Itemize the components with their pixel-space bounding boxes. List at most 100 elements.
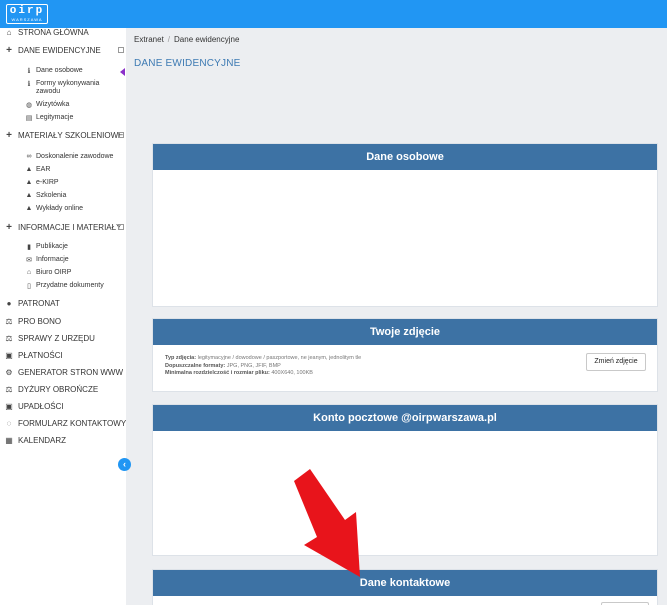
photo-formats-value: JPG, PNG, JFIF, BMP xyxy=(226,362,281,369)
mail-account-panel: Konto pocztowe @oirpwarszawa.pl xyxy=(152,404,658,556)
breadcrumb: Extranet / Dane ewidencyjne xyxy=(134,35,239,44)
active-marker xyxy=(120,68,125,76)
sidebar-subitem-formy[interactable]: ℹ Formy wykonywania zawodu xyxy=(25,80,116,96)
info-icon: ℹ xyxy=(27,81,31,88)
sidebar-item-label: PRO BONO xyxy=(18,317,62,326)
sidebar-subitem-biuro[interactable]: ⌂ Biuro OIRP xyxy=(25,269,72,276)
plus-icon: + xyxy=(6,130,12,141)
sidebar-item-sprawy[interactable]: ⚖ SPRAWY Z URZĘDU xyxy=(4,334,95,343)
sidebar-subitem-szkolenia[interactable]: ▲ Szkolenia xyxy=(25,192,67,199)
photo-requirements: Typ zdjęcia: legitymacyjne / dowodowe / … xyxy=(165,355,525,378)
sidebar-item-generator[interactable]: ⚙ GENERATOR STRON WWW xyxy=(4,368,123,377)
sidebar-item-dane-ewidencyjne[interactable]: + DANE EWIDENCYJNE xyxy=(4,45,101,56)
sidebar-subitem-label: Legitymacje xyxy=(36,114,74,121)
sidebar-item-label: SPRAWY Z URZĘDU xyxy=(18,334,95,343)
sidebar-item-label: UPADŁOŚCI xyxy=(18,402,64,411)
breadcrumb-separator: / xyxy=(167,35,171,44)
document-icon: ▯ xyxy=(27,283,31,290)
collapse-toggle[interactable] xyxy=(118,47,124,53)
sidebar-subitem-label: Wykłady online xyxy=(36,205,84,212)
sidebar-subitem-label: e-KIRP xyxy=(36,179,59,186)
plus-icon: + xyxy=(6,222,12,233)
sidebar-subitem-dokumenty[interactable]: ▯ Przydatne dokumenty xyxy=(25,282,104,290)
chevron-left-icon: ‹ xyxy=(123,459,126,469)
logo-subtext: WARSZAWA xyxy=(11,17,43,22)
book-icon: ▮ xyxy=(27,244,31,251)
sidebar-item-label: DANE EWIDENCYJNE xyxy=(18,46,101,55)
sidebar-subitem-doskonalenie[interactable]: ∞ Doskonalenie zawodowe xyxy=(25,153,114,160)
sidebar-item-kalendarz[interactable]: ▦ KALENDARZ xyxy=(4,436,66,445)
change-photo-button[interactable]: Zmień zdjęcie xyxy=(586,353,646,371)
sidebar-subitem-label: Szkolenia xyxy=(36,192,67,199)
gears-icon: ⚙ xyxy=(5,368,13,377)
sidebar-subitem-label: Doskonalenie zawodowe xyxy=(36,153,114,160)
envelope-icon: ✉ xyxy=(26,257,32,264)
sidebar-subitem-ear[interactable]: ▲ EAR xyxy=(25,166,51,173)
money-icon: ▣ xyxy=(5,402,13,411)
page-title: DANE EWIDENCYJNE xyxy=(134,58,241,69)
sidebar-item-home[interactable]: ⌂ STRONA GŁÓWNA xyxy=(4,28,89,37)
sidebar-subitem-publikacje[interactable]: ▮ Publikacje xyxy=(25,243,68,251)
scales-icon: ⚖ xyxy=(5,385,13,394)
photo-type-value: legitymacyjne / dowodowe / paszportowe, … xyxy=(197,355,362,361)
sidebar-item-patronat[interactable]: ● PATRONAT xyxy=(4,299,60,308)
photo-size-line: Minimalna rozdzielczość i rozmiar pliku:… xyxy=(165,370,525,378)
oirp-logo[interactable]: oirp WARSZAWA xyxy=(6,4,48,24)
sidebar-subitem-label: Formy wykonywania zawodu xyxy=(36,80,100,95)
sidebar-item-informacje[interactable]: + INFORMACJE I MATERIAŁY xyxy=(4,222,121,233)
panel-title: Dane kontaktowe xyxy=(153,570,657,596)
sidebar-subitem-label: EAR xyxy=(36,166,51,173)
annotation-arrow xyxy=(294,469,360,577)
personal-data-panel: Dane osobowe xyxy=(152,143,658,307)
sidebar-subitem-label: Publikacje xyxy=(36,243,68,250)
panel-title: Twoje zdjęcie xyxy=(153,319,657,345)
sidebar-item-label: GENERATOR STRON WWW xyxy=(18,368,124,377)
sidebar-subitem-legitymacje[interactable]: ▤ Legitymacje xyxy=(25,114,74,122)
sidebar-collapse-button[interactable]: ‹ xyxy=(118,458,131,471)
sidebar-item-label: INFORMACJE I MATERIAŁY xyxy=(18,223,122,232)
collapse-toggle[interactable] xyxy=(118,224,124,230)
photo-size-value: 400X640, 100KB xyxy=(271,370,313,376)
sidebar-item-pro-bono[interactable]: ⚖ PRO BONO xyxy=(4,317,61,326)
sidebar-subitem-wyklady[interactable]: ▲ Wykłady online xyxy=(25,205,83,212)
info-icon: ℹ xyxy=(27,68,31,75)
sidebar-subitem-label: Dane osobowe xyxy=(36,67,83,74)
calendar-icon: ▦ xyxy=(5,436,13,445)
comments-icon: ◌ xyxy=(6,419,12,428)
sidebar-item-label: PŁATNOŚCI xyxy=(18,351,63,360)
user-icon: ● xyxy=(6,299,12,308)
sidebar-item-platnosci[interactable]: ▣ PŁATNOŚCI xyxy=(4,351,63,360)
sidebar-item-label: KALENDARZ xyxy=(18,436,67,445)
sidebar-item-dyzury[interactable]: ⚖ DYŻURY OBROŃCZE xyxy=(4,385,98,394)
panel-title: Dane osobowe xyxy=(153,144,657,170)
scales-icon: ⚖ xyxy=(5,334,13,343)
sidebar-item-label: DYŻURY OBROŃCZE xyxy=(18,385,99,394)
photo-type-label: Typ zdjęcia: xyxy=(165,355,197,361)
breadcrumb-root[interactable]: Extranet xyxy=(134,35,164,44)
sidebar-subitem-ekirp[interactable]: ▲ e-KIRP xyxy=(25,179,59,186)
photo-panel: Twoje zdjęcie Typ zdjęcia: legitymacyjne… xyxy=(152,318,658,392)
photo-formats-label: Dopuszczalne formaty: xyxy=(165,362,226,369)
sidebar-subitem-dane-osobowe[interactable]: ℹ Dane osobowe xyxy=(25,67,83,75)
collapse-toggle[interactable] xyxy=(118,132,124,138)
panel-title: Konto pocztowe @oirpwarszawa.pl xyxy=(153,405,657,431)
sidebar-item-label: PATRONAT xyxy=(18,299,60,308)
sidebar-subitem-label: Informacje xyxy=(36,256,69,263)
money-icon: ▣ xyxy=(5,351,13,360)
graduation-cap-icon: ▲ xyxy=(25,166,33,173)
bank-icon: ⌂ xyxy=(26,269,32,276)
sidebar-item-formularz[interactable]: ◌ FORMULARZ KONTAKTOWY xyxy=(4,419,126,428)
plus-icon: + xyxy=(6,45,12,56)
breadcrumb-current: Dane ewidencyjne xyxy=(174,35,240,44)
globe-icon: ◍ xyxy=(25,102,33,109)
photo-size-label: Minimalna rozdzielczość i rozmiar pliku: xyxy=(165,370,270,376)
graduation-cap-icon: ▲ xyxy=(25,192,33,199)
sidebar-subitem-label: Przydatne dokumenty xyxy=(36,282,104,289)
sidebar-item-label: MATERIAŁY SZKOLENIOWE xyxy=(18,131,124,140)
sidebar-item-upadlosci[interactable]: ▣ UPADŁOŚCI xyxy=(4,402,64,411)
sidebar-subitem-wizytowka[interactable]: ◍ Wizytówka xyxy=(25,101,70,109)
sidebar-subitem-informacje[interactable]: ✉ Informacje xyxy=(25,256,69,264)
sidebar-subitem-label: Wizytówka xyxy=(36,101,70,108)
sidebar-item-materialy[interactable]: + MATERIAŁY SZKOLENIOWE xyxy=(4,130,124,141)
sidebar-item-label: STRONA GŁÓWNA xyxy=(18,28,89,37)
